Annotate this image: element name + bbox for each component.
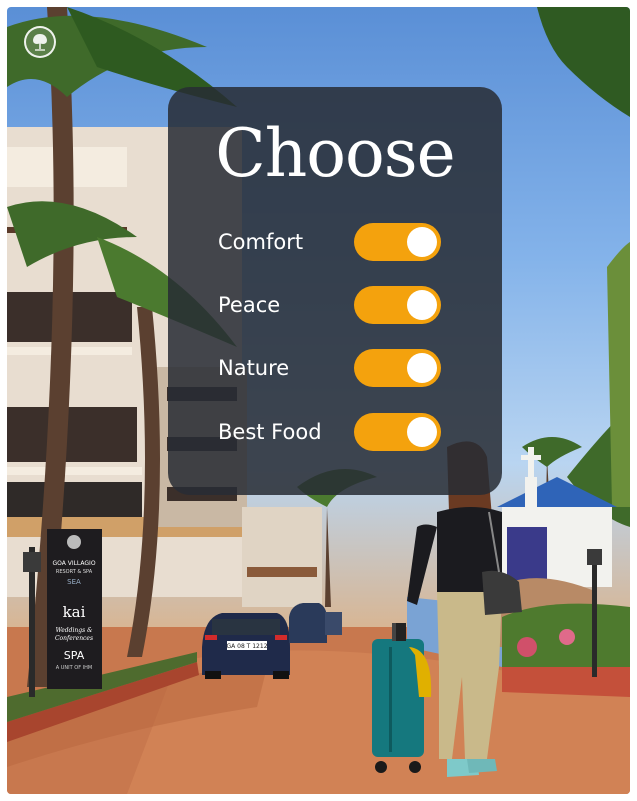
- toggle-comfort[interactable]: [354, 223, 441, 261]
- option-row-best-food: Best Food: [218, 413, 450, 451]
- toggle-knob: [407, 227, 437, 257]
- sign-spa: SPA: [64, 649, 85, 662]
- toggle-knob: [407, 417, 437, 447]
- toggle-knob: [407, 353, 437, 383]
- tree-logo-icon: [24, 26, 56, 58]
- sign-footer: A UNIT OF IHM: [56, 665, 92, 671]
- sign-subtitle: RESORT & SPA: [56, 569, 93, 575]
- option-row-comfort: Comfort: [218, 223, 450, 261]
- option-label-peace: Peace: [218, 293, 281, 317]
- option-label-comfort: Comfort: [218, 230, 304, 254]
- car-plate: GA 08 T 1212: [226, 643, 267, 650]
- option-label-best-food: Best Food: [218, 420, 322, 444]
- choose-panel: Choose Comfort Peace Nature Best Food: [168, 87, 502, 495]
- panel-title: Choose: [215, 115, 455, 192]
- toggle-knob: [407, 290, 437, 320]
- sign-weddings-line1: Weddings &: [56, 627, 94, 634]
- option-row-nature: Nature: [218, 349, 450, 387]
- sign-kai: kai: [63, 603, 86, 621]
- toggle-best-food[interactable]: [354, 413, 441, 451]
- photo-frame: GOA VILLAGIO RESORT & SPA SEA kai Weddin…: [7, 7, 630, 794]
- sign-tag: SEA: [67, 578, 81, 586]
- option-row-peace: Peace: [218, 286, 450, 324]
- sign-brand: GOA VILLAGIO: [52, 560, 95, 567]
- toggle-nature[interactable]: [354, 349, 441, 387]
- tree-logo-glyph: [33, 34, 47, 51]
- option-label-nature: Nature: [218, 356, 290, 380]
- sign-weddings-line2: Conferences: [55, 635, 93, 642]
- toggle-peace[interactable]: [354, 286, 441, 324]
